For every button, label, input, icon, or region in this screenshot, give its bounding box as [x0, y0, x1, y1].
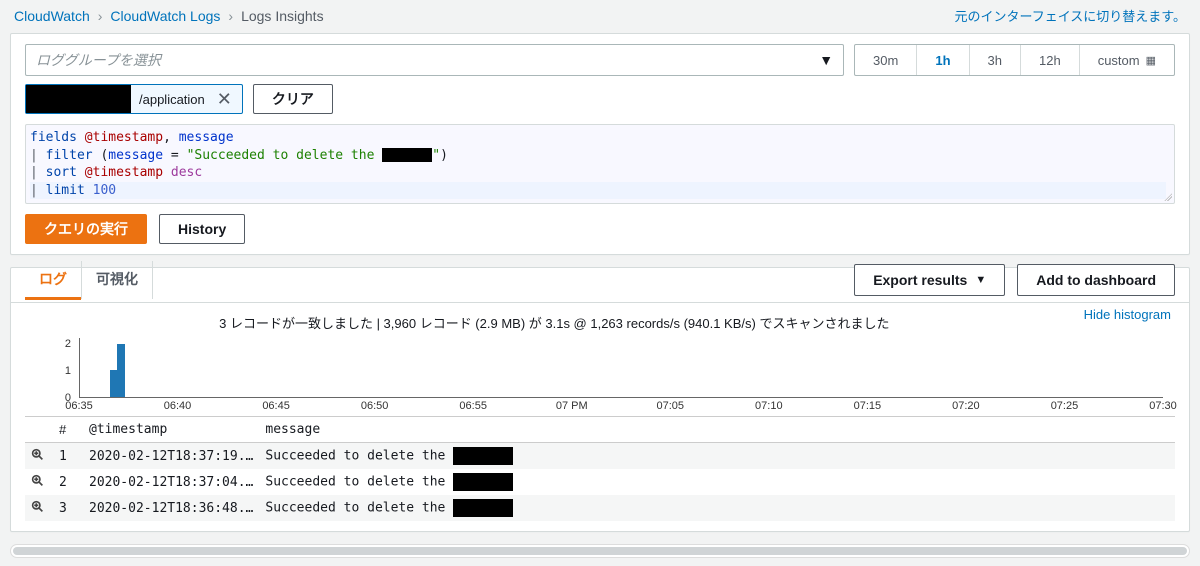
column-message: message — [259, 417, 1175, 443]
breadcrumb-link-logs[interactable]: CloudWatch Logs — [110, 8, 220, 24]
export-results-button[interactable]: Export results▼ — [854, 264, 1005, 296]
log-group-placeholder: ロググループを選択 — [36, 50, 161, 70]
history-button[interactable]: History — [159, 214, 245, 244]
redacted-text — [26, 85, 131, 113]
chevron-right-icon: › — [228, 8, 233, 24]
expand-row-icon[interactable] — [25, 469, 53, 495]
caret-down-icon: ▼ — [975, 274, 986, 286]
chevron-right-icon: › — [98, 8, 103, 24]
selected-log-group-chip: /application ✕ — [25, 84, 243, 114]
redacted-text — [382, 148, 432, 162]
column-index: # — [53, 417, 83, 443]
chip-label: /application — [139, 92, 205, 107]
results-panel: ログ 可視化 Export results▼ Add to dashboard … — [10, 267, 1190, 532]
run-query-button[interactable]: クエリの実行 — [25, 214, 147, 244]
histogram-chart: 012 06:3506:4006:4506:5006:5507 PM07:050… — [35, 338, 1165, 416]
table-row[interactable]: 22020-02-12T18:37:04.…Succeeded to delet… — [25, 469, 1175, 495]
caret-down-icon: ▼ — [819, 52, 833, 68]
row-timestamp: 2020-02-12T18:37:04.… — [83, 469, 259, 495]
scan-summary: 3 レコードが一致しました | 3,960 レコード (2.9 MB) が 3.… — [25, 307, 1175, 336]
query-panel: ロググループを選択 ▼ 30m 1h 3h 12h custom▦ /appli… — [10, 33, 1190, 255]
time-range-12h[interactable]: 12h — [1020, 45, 1079, 75]
row-message: Succeeded to delete the — [259, 443, 1175, 470]
table-row[interactable]: 32020-02-12T18:36:48.…Succeeded to delet… — [25, 495, 1175, 521]
breadcrumb-current: Logs Insights — [241, 8, 324, 24]
column-expand — [25, 417, 53, 443]
results-table: # @timestamp message 12020-02-12T18:37:1… — [25, 416, 1175, 521]
expand-row-icon[interactable] — [25, 495, 53, 521]
row-message: Succeeded to delete the — [259, 495, 1175, 521]
time-range-1h[interactable]: 1h — [916, 45, 968, 75]
breadcrumb-link-cloudwatch[interactable]: CloudWatch — [14, 8, 90, 24]
column-timestamp: @timestamp — [83, 417, 259, 443]
calendar-icon: ▦ — [1146, 54, 1156, 67]
tab-visualize[interactable]: 可視化 — [82, 261, 153, 299]
time-range-3h[interactable]: 3h — [969, 45, 1020, 75]
breadcrumb: CloudWatch › CloudWatch Logs › Logs Insi… — [14, 8, 324, 24]
log-group-selector[interactable]: ロググループを選択 ▼ — [25, 44, 844, 76]
resize-handle-icon[interactable] — [1162, 191, 1172, 201]
clear-button[interactable]: クリア — [253, 84, 333, 114]
horizontal-scrollbar[interactable] — [10, 544, 1190, 558]
close-icon[interactable]: ✕ — [213, 89, 236, 110]
row-timestamp: 2020-02-12T18:36:48.… — [83, 495, 259, 521]
tab-log[interactable]: ログ — [25, 261, 82, 299]
redacted-text — [453, 499, 513, 517]
redacted-text — [453, 473, 513, 491]
expand-row-icon[interactable] — [25, 443, 53, 470]
time-range-30m[interactable]: 30m — [855, 45, 916, 75]
row-index: 2 — [53, 469, 83, 495]
add-to-dashboard-button[interactable]: Add to dashboard — [1017, 264, 1175, 296]
time-range-selector: 30m 1h 3h 12h custom▦ — [854, 44, 1175, 76]
query-editor[interactable]: fields @timestamp, message | filter (mes… — [25, 124, 1175, 204]
table-row[interactable]: 12020-02-12T18:37:19.…Succeeded to delet… — [25, 443, 1175, 470]
row-message: Succeeded to delete the — [259, 469, 1175, 495]
row-index: 3 — [53, 495, 83, 521]
switch-interface-link[interactable]: 元のインターフェイスに切り替えます。 — [954, 6, 1186, 25]
hide-histogram-link[interactable]: Hide histogram — [1084, 307, 1171, 322]
redacted-text — [453, 447, 513, 465]
row-timestamp: 2020-02-12T18:37:19.… — [83, 443, 259, 470]
row-index: 1 — [53, 443, 83, 470]
time-range-custom[interactable]: custom▦ — [1079, 45, 1174, 75]
